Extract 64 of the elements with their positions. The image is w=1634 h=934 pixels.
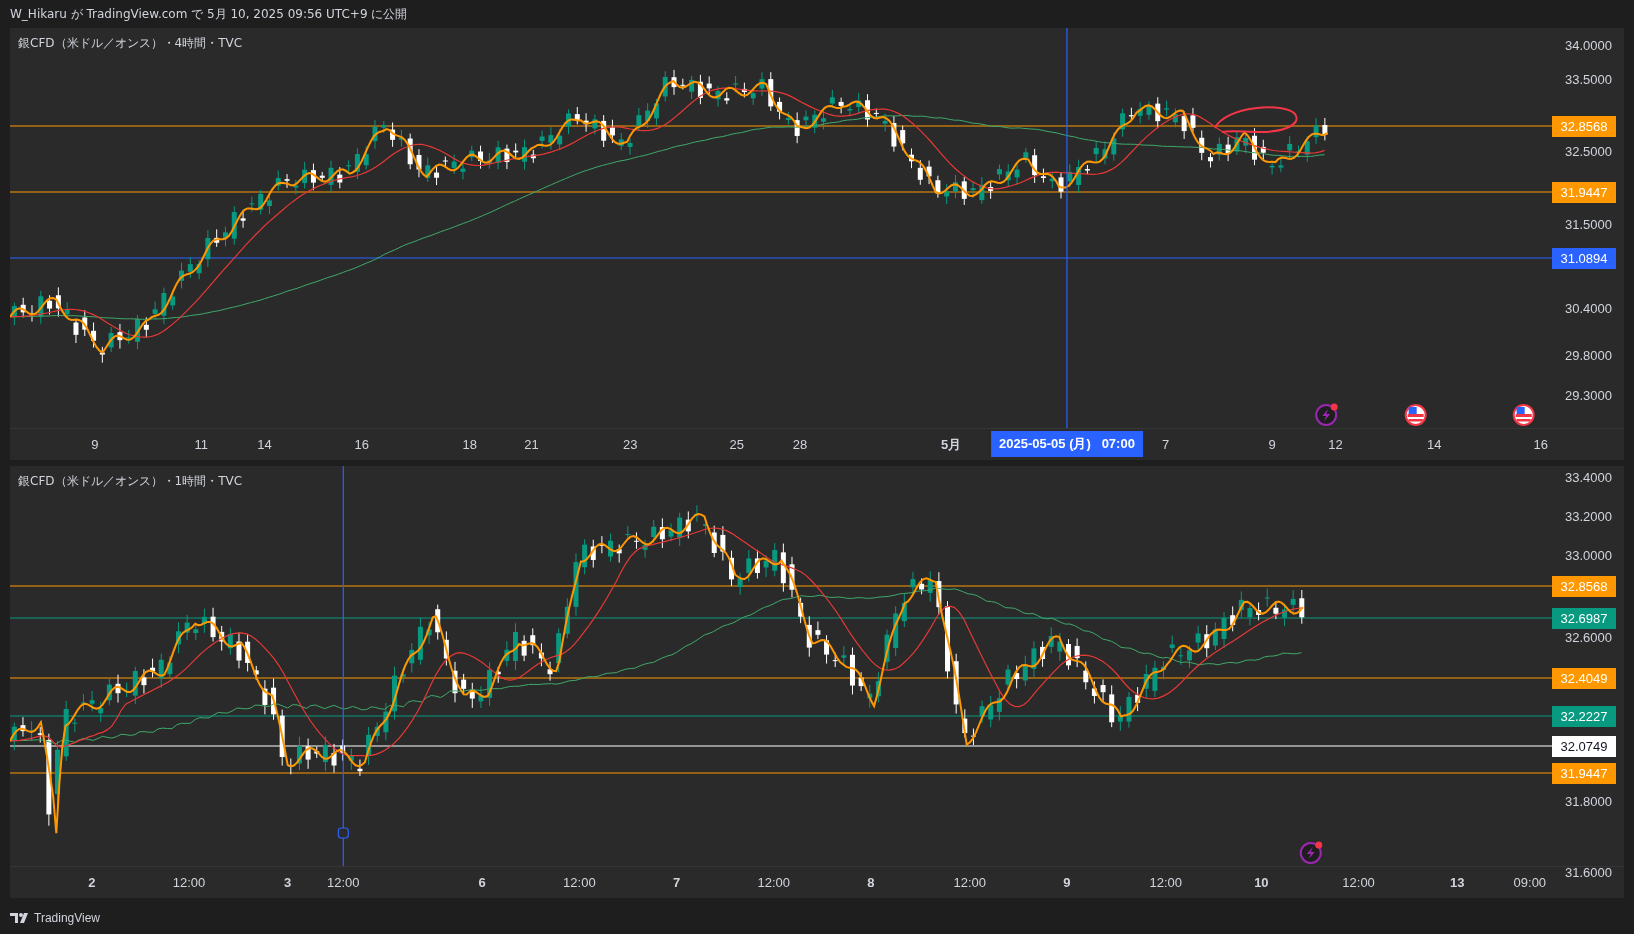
time-label: 9 [1063, 874, 1071, 892]
time-label: 9 [91, 436, 99, 454]
time-label: 5月 [941, 436, 962, 454]
price-tick: 32.6000 [1565, 630, 1612, 646]
symbol-title: 銀CFD（米ドル／オンス）・1時間・TVC [18, 473, 243, 490]
price-tick: 33.4000 [1565, 470, 1612, 486]
price-tick: 31.5000 [1565, 217, 1612, 233]
time-label: 7 [1162, 436, 1170, 454]
time-label: 12:00 [1342, 874, 1375, 892]
price-label: 31.0894 [1552, 248, 1616, 269]
time-label: 28 [792, 436, 808, 454]
price-tick: 31.6000 [1565, 865, 1612, 881]
time-label: 11 [194, 436, 209, 454]
price-tick: 32.5000 [1565, 144, 1612, 160]
symbol-title: 銀CFD（米ドル／オンス）・4時間・TVC [18, 35, 243, 52]
drag-handle[interactable] [337, 827, 349, 839]
publish-info: W_Hikaru が TradingView.com で 5月 10, 2025 09:56 UTC+9 に公開 [10, 6, 408, 23]
time-label: 12 [1328, 436, 1343, 454]
time-label: 9 [1268, 436, 1276, 454]
time-label: 12:00 [327, 874, 360, 892]
price-tick: 30.4000 [1565, 301, 1612, 317]
lightning-icon[interactable] [1315, 403, 1338, 426]
time-label: 8 [867, 874, 875, 892]
price-tick: 29.8000 [1565, 348, 1612, 364]
price-tick: 29.3000 [1565, 388, 1612, 404]
flag-icon[interactable] [1512, 404, 1535, 426]
time-label: 7 [672, 874, 681, 892]
time-label: 14 [1426, 436, 1442, 454]
time-label: 2 [88, 874, 96, 892]
flag-icon[interactable] [1404, 404, 1427, 426]
time-label: 12:00 [757, 874, 791, 892]
price-tick: 33.5000 [1565, 72, 1612, 88]
time-label: 21 [524, 436, 539, 454]
time-label: 09:00 [1513, 874, 1547, 892]
time-label: 23 [623, 436, 638, 454]
price-tick: 33.0000 [1565, 548, 1612, 564]
price-label: 32.6987 [1552, 608, 1616, 629]
price-label: 32.4049 [1552, 668, 1616, 689]
price-label: 32.0749 [1552, 736, 1616, 757]
price-label: 32.8568 [1552, 576, 1616, 597]
logo-icon [10, 913, 30, 923]
price-tick: 33.2000 [1565, 509, 1612, 525]
time-label: 25 [729, 436, 744, 454]
brand-name: TradingView [34, 910, 101, 927]
time-label: 16 [1533, 436, 1548, 454]
time-label: 18 [462, 436, 478, 454]
price-label: 31.9447 [1552, 763, 1616, 784]
time-label: 6 [478, 874, 486, 892]
price-label: 31.9447 [1552, 182, 1616, 203]
time-label: 10 [1254, 874, 1269, 892]
time-label: 12:00 [172, 874, 206, 892]
time-label: 12:00 [1149, 874, 1182, 892]
time-label: 16 [354, 436, 370, 454]
time-label: 3 [284, 874, 292, 892]
time-label: 14 [257, 436, 272, 454]
time-label: 12:00 [563, 874, 596, 892]
price-tick: 31.8000 [1565, 794, 1612, 810]
time-label: 12:00 [953, 874, 986, 892]
price-tick: 34.0000 [1565, 38, 1612, 54]
price-label: 32.8568 [1552, 116, 1616, 137]
time-label: 13 [1450, 874, 1465, 892]
crosshair-time-label: 2025-05-05 (月) 07:00 [991, 431, 1143, 457]
price-label: 32.2227 [1552, 706, 1616, 727]
lightning-icon[interactable] [1299, 841, 1323, 864]
